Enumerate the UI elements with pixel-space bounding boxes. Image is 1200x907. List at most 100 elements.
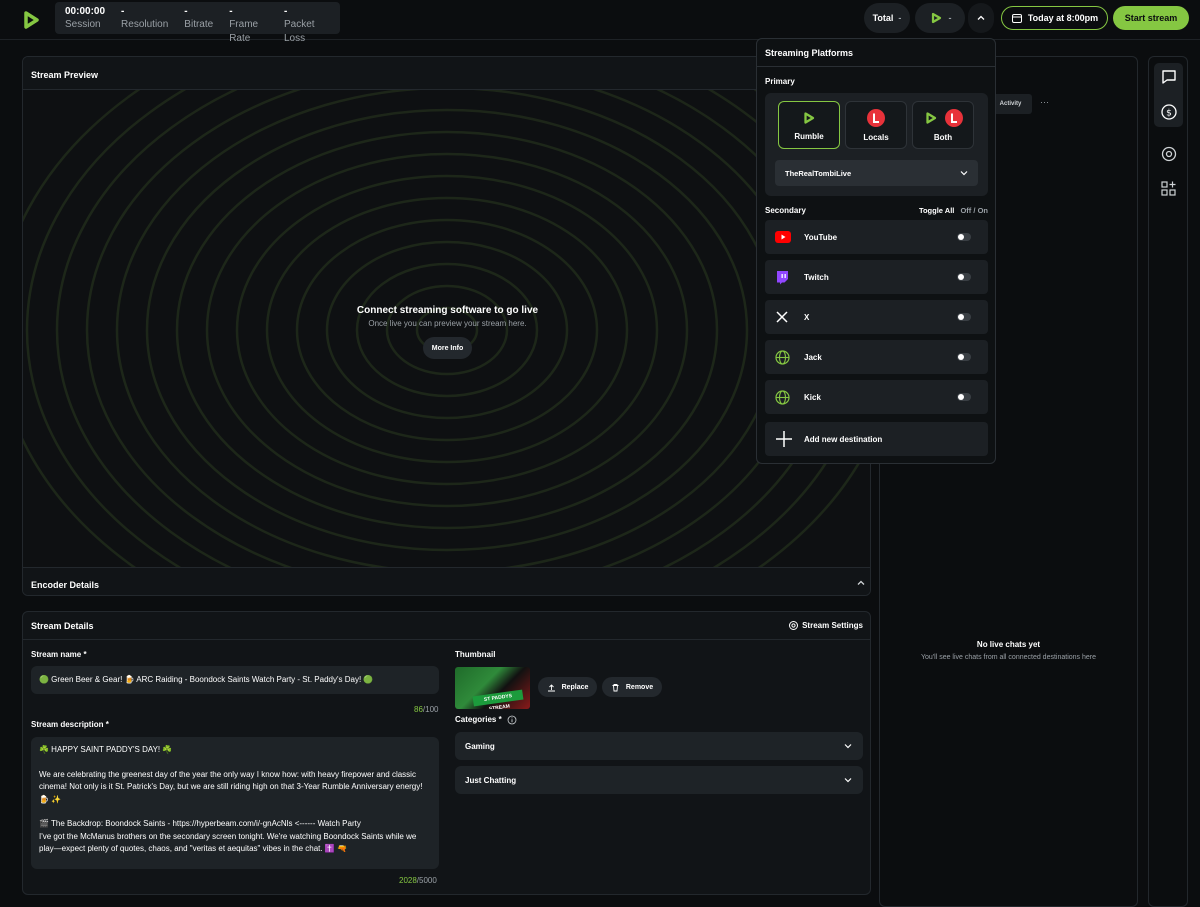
platform-card-locals[interactable]: Locals xyxy=(845,101,907,149)
streaming-platforms-title: Streaming Platforms xyxy=(765,48,854,58)
category-value: Just Chatting xyxy=(465,775,517,785)
stream-preview-panel: Stream Preview Connect streaming softwar… xyxy=(22,56,871,596)
stat-resolution: - Resolution xyxy=(121,6,168,34)
preview-subtext: Once live you can preview your stream he… xyxy=(368,319,527,328)
chevron-up-icon xyxy=(857,580,865,585)
x-logo-icon xyxy=(776,311,788,323)
category-select-secondary[interactable]: Just Chatting xyxy=(455,766,863,794)
categories-label: Categories * xyxy=(455,715,502,724)
encoder-details-bar[interactable]: Encoder Details xyxy=(23,567,870,595)
stat-value: - xyxy=(121,6,125,17)
settings-icon[interactable] xyxy=(1159,144,1179,164)
name-max: /100 xyxy=(422,705,439,714)
chat-empty-subtitle: You'll see live chats from all connected… xyxy=(920,654,1096,661)
stream-stats: 00:00:00 Session - Resolution - Bitrate … xyxy=(55,2,340,44)
info-icon[interactable] xyxy=(507,715,517,725)
more-info-button[interactable]: More Info xyxy=(423,337,472,359)
stream-description-input[interactable]: ☘️ HAPPY SAINT PADDY'S DAY! ☘️ We are ce… xyxy=(31,737,439,869)
locals-icon xyxy=(945,108,963,127)
platform-card-label: Locals xyxy=(863,132,889,142)
toggle-off-label[interactable]: Off xyxy=(960,206,971,215)
platform-card-both[interactable]: Both xyxy=(912,101,974,149)
rumble-icon xyxy=(931,12,941,24)
twitch-toggle[interactable] xyxy=(957,273,971,281)
kick-toggle[interactable] xyxy=(957,393,971,401)
chevron-down-icon xyxy=(844,778,852,783)
schedule-label: Today at 8:00pm xyxy=(1027,13,1099,23)
stream-name-input[interactable]: 🟢 Green Beer & Gear! 🍺 ARC Raiding - Boo… xyxy=(31,666,439,694)
dollar-icon[interactable]: $ xyxy=(1159,102,1179,122)
trash-icon xyxy=(612,683,619,691)
activity-tab-label: Activity xyxy=(999,101,1022,107)
desc-max: /5000 xyxy=(416,876,437,885)
primary-label: Primary xyxy=(765,77,795,86)
more-options-icon[interactable]: ··· xyxy=(1040,97,1049,107)
secondary-row-twitch: Twitch xyxy=(765,260,988,294)
stream-details-panel: Stream Details Stream Settings Stream na… xyxy=(22,611,871,895)
add-destination-button[interactable]: Add new destination xyxy=(765,422,988,456)
description-line: I've got the McManus brothers on the sec… xyxy=(39,831,417,854)
account-value: TheRealTombiLive xyxy=(785,168,852,178)
account-select[interactable]: TheRealTombiLive xyxy=(775,160,978,186)
stream-preview-title: Stream Preview xyxy=(31,70,99,80)
upload-icon xyxy=(547,683,555,691)
youtube-icon xyxy=(775,231,791,243)
globe-icon xyxy=(775,349,790,365)
locals-icon xyxy=(867,108,885,127)
rumble-logo-icon[interactable] xyxy=(20,9,42,31)
stream-name-value: 🟢 Green Beer & Gear! 🍺 ARC Raiding - Boo… xyxy=(39,675,374,684)
youtube-toggle[interactable] xyxy=(957,233,971,241)
fingerprint-background xyxy=(23,90,870,567)
toggle-on-label[interactable]: On xyxy=(978,206,988,215)
start-stream-label: Start stream xyxy=(1124,13,1178,23)
primary-platform-group: Rumble Locals Both TheRealTombiLive xyxy=(765,93,988,196)
side-rail: $ xyxy=(1148,56,1188,907)
platform-viewers-button[interactable]: - xyxy=(915,3,965,33)
toggle-all-control[interactable]: Toggle All Off / On xyxy=(919,206,988,215)
stream-preview-area: Connect streaming software to go live On… xyxy=(23,90,870,567)
secondary-row-x: X xyxy=(765,300,988,334)
secondary-row-kick: Kick xyxy=(765,380,988,414)
stream-details-header: Stream Details Stream Settings xyxy=(23,612,870,640)
toggle-all-label: Toggle All xyxy=(918,206,955,215)
secondary-label-text: YouTube xyxy=(804,232,838,242)
stat-label: Bitrate xyxy=(184,19,214,30)
more-info-label: More Info xyxy=(431,344,464,352)
stat-frame-rate: - Frame Rate xyxy=(229,6,268,44)
preview-heading: Connect streaming software to go live xyxy=(356,305,539,316)
secondary-label: Secondary xyxy=(765,206,806,215)
stream-description-label: Stream description * xyxy=(31,720,109,729)
both-icons xyxy=(923,108,963,127)
jack-toggle[interactable] xyxy=(957,353,971,361)
start-stream-button[interactable]: Start stream xyxy=(1113,6,1189,30)
encoder-details-title: Encoder Details xyxy=(31,580,100,590)
stat-label: Resolution xyxy=(121,19,169,30)
stream-preview-header: Stream Preview xyxy=(23,57,870,90)
platform-card-label: Rumble xyxy=(794,131,824,141)
platform-card-label: Both xyxy=(933,132,953,142)
collapse-platforms-button[interactable] xyxy=(968,3,994,33)
schedule-button[interactable]: Today at 8:00pm xyxy=(1001,6,1108,30)
thumbnail-caption: ST PADDYS STREAM xyxy=(472,689,524,709)
calendar-icon xyxy=(1011,14,1022,23)
chat-icon[interactable] xyxy=(1159,67,1179,87)
replace-thumbnail-button[interactable]: Replace xyxy=(538,677,597,697)
secondary-row-youtube: YouTube xyxy=(765,220,988,254)
stream-settings-label: Stream Settings xyxy=(802,621,863,630)
remove-thumbnail-button[interactable]: Remove xyxy=(602,677,662,697)
thumbnail-label: Thumbnail xyxy=(455,650,496,659)
stat-value: 00:00:00 xyxy=(65,6,106,17)
top-bar: 00:00:00 Session - Resolution - Bitrate … xyxy=(0,0,1200,44)
x-toggle[interactable] xyxy=(957,313,971,321)
stream-settings-button[interactable]: Stream Settings xyxy=(788,620,863,631)
platform-card-rumble[interactable]: Rumble xyxy=(778,101,840,149)
platform-value: - xyxy=(948,13,952,23)
thumbnail-image: ST PADDYS STREAM xyxy=(455,667,530,709)
globe-icon xyxy=(775,389,790,405)
stat-label: Frame Rate xyxy=(229,19,259,44)
chat-empty-title: No live chats yet xyxy=(976,640,1041,649)
add-widget-icon[interactable] xyxy=(1159,179,1179,199)
category-select-primary[interactable]: Gaming xyxy=(455,732,863,760)
category-value: Gaming xyxy=(465,741,495,751)
total-viewers-button[interactable]: Total - xyxy=(864,3,910,33)
